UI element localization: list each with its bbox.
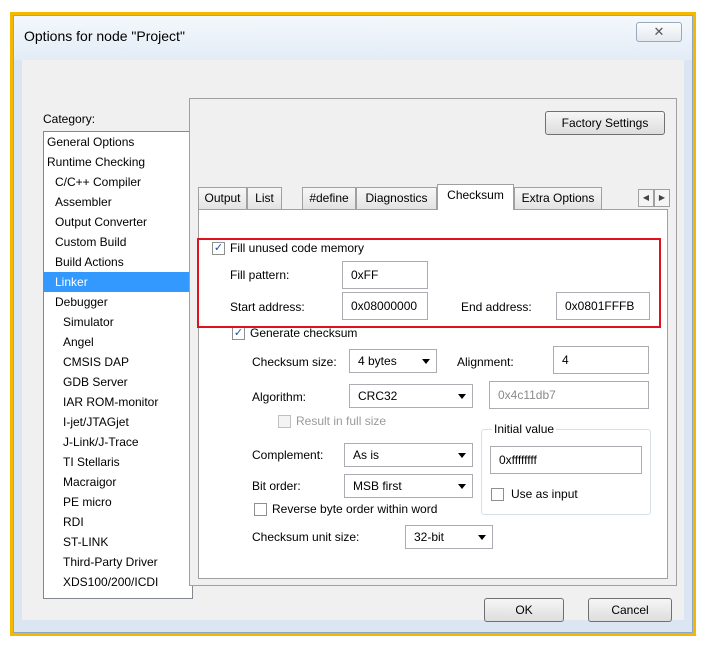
tab-define[interactable]: #define	[302, 187, 356, 209]
category-list[interactable]: General Options Runtime Checking C/C++ Com…	[43, 131, 193, 599]
category-item[interactable]: GDB Server	[44, 372, 192, 392]
category-item[interactable]: RDI	[44, 512, 192, 532]
chevron-down-icon	[422, 359, 430, 364]
category-item[interactable]: Macraigor	[44, 472, 192, 492]
result-full-size-label: Result in full size	[296, 414, 387, 428]
complement-select[interactable]: As is	[344, 443, 473, 467]
fill-unused-checkbox[interactable]: ✓	[212, 242, 225, 255]
chevron-down-icon	[458, 394, 466, 399]
category-item[interactable]: J-Link/J-Trace	[44, 432, 192, 452]
cancel-button[interactable]: Cancel	[588, 598, 672, 622]
bit-order-select[interactable]: MSB first	[344, 474, 473, 498]
initial-value-title: Initial value	[492, 422, 557, 436]
category-item[interactable]: Build Actions	[44, 252, 192, 272]
category-item[interactable]: General Options	[44, 132, 192, 152]
category-item[interactable]: Linker	[44, 272, 192, 292]
alignment-field[interactable]: 4	[553, 346, 649, 374]
tab-scroll-right-button[interactable]: ▶	[654, 189, 670, 207]
category-label: Category:	[43, 112, 96, 126]
chevron-right-icon: ▶	[658, 193, 666, 202]
category-item[interactable]: CMSIS DAP	[44, 352, 192, 372]
alignment-label: Alignment:	[457, 355, 514, 369]
fill-pattern-field[interactable]: 0xFF	[342, 261, 428, 289]
category-item[interactable]: XDS100/200/ICDI	[44, 572, 192, 592]
title-bar: Options for node "Project" ✕	[14, 16, 692, 60]
category-item[interactable]: C/C++ Compiler	[44, 172, 192, 192]
category-item[interactable]: Assembler	[44, 192, 192, 212]
chevron-down-icon	[478, 535, 486, 540]
fill-unused-label: Fill unused code memory	[230, 241, 365, 255]
algorithm-value: CRC32	[358, 389, 398, 403]
tab-scroll-left-button[interactable]: ◀	[638, 189, 654, 207]
category-item[interactable]: IAR ROM-monitor	[44, 392, 192, 412]
use-as-input-label: Use as input	[511, 487, 578, 501]
ok-button[interactable]: OK	[484, 598, 564, 622]
initial-value-group: Initial value 0xffffffff Use as input	[481, 422, 651, 515]
generate-checksum-checkbox[interactable]: ✓	[232, 327, 245, 340]
category-item[interactable]: Runtime Checking	[44, 152, 192, 172]
close-icon: ✕	[653, 24, 665, 39]
tab-extra-options[interactable]: Extra Options	[514, 187, 602, 209]
algorithm-select[interactable]: CRC32	[349, 384, 473, 408]
initial-value-field[interactable]: 0xffffffff	[490, 446, 642, 474]
options-panel: Factory Settings Output List #define Dia…	[189, 98, 677, 586]
result-full-size-checkbox[interactable]	[278, 415, 291, 428]
fill-pattern-label: Fill pattern:	[230, 268, 290, 282]
chevron-left-icon: ◀	[642, 193, 650, 202]
complement-label: Complement:	[252, 448, 324, 462]
checksum-tab-page: ✓ Fill unused code memory Fill pattern: …	[198, 209, 668, 579]
tab-checksum[interactable]: Checksum	[437, 184, 514, 210]
start-address-field[interactable]: 0x08000000	[342, 292, 428, 320]
checksum-unit-size-value: 32-bit	[414, 530, 445, 544]
bit-order-label: Bit order:	[252, 479, 301, 493]
close-button[interactable]: ✕	[636, 22, 682, 42]
polynomial-field[interactable]: 0x4c11db7	[489, 381, 649, 409]
tab-output[interactable]: Output	[198, 187, 247, 209]
generate-checksum-label: Generate checksum	[250, 326, 358, 340]
category-item[interactable]: ST-LINK	[44, 532, 192, 552]
dialog-title: Options for node "Project"	[24, 28, 185, 44]
end-address-label: End address:	[461, 300, 532, 314]
category-item[interactable]: PE micro	[44, 492, 192, 512]
checksum-size-label: Checksum size:	[252, 355, 337, 369]
chevron-down-icon	[458, 484, 466, 489]
checksum-size-select[interactable]: 4 bytes	[349, 349, 437, 373]
chevron-down-icon	[458, 453, 466, 458]
complement-value: As is	[353, 448, 380, 462]
reverse-byte-order-label: Reverse byte order within word	[272, 502, 438, 516]
options-dialog: Options for node "Project" ✕ Category: G…	[13, 15, 693, 633]
category-item[interactable]: I-jet/JTAGjet	[44, 412, 192, 432]
category-item[interactable]: Custom Build	[44, 232, 192, 252]
tab-diagnostics[interactable]: Diagnostics	[356, 187, 437, 209]
category-item[interactable]: TI Stellaris	[44, 452, 192, 472]
category-item[interactable]: Angel	[44, 332, 192, 352]
dialog-body: Category: General Options Runtime Checkin…	[22, 60, 684, 622]
checksum-unit-size-label: Checksum unit size:	[252, 530, 360, 544]
bit-order-value: MSB first	[353, 479, 402, 493]
use-as-input-checkbox[interactable]	[491, 488, 504, 501]
category-item[interactable]: Debugger	[44, 292, 192, 312]
factory-settings-button[interactable]: Factory Settings	[545, 111, 665, 135]
category-item[interactable]: Output Converter	[44, 212, 192, 232]
checksum-size-value: 4 bytes	[358, 354, 397, 368]
reverse-byte-order-checkbox[interactable]	[254, 503, 267, 516]
algorithm-label: Algorithm:	[252, 390, 307, 404]
category-item[interactable]: Simulator	[44, 312, 192, 332]
category-item[interactable]: Third-Party Driver	[44, 552, 192, 572]
checksum-unit-size-select[interactable]: 32-bit	[405, 525, 493, 549]
tab-list[interactable]: List	[247, 187, 282, 209]
end-address-field[interactable]: 0x0801FFFB	[556, 292, 650, 320]
start-address-label: Start address:	[230, 300, 305, 314]
